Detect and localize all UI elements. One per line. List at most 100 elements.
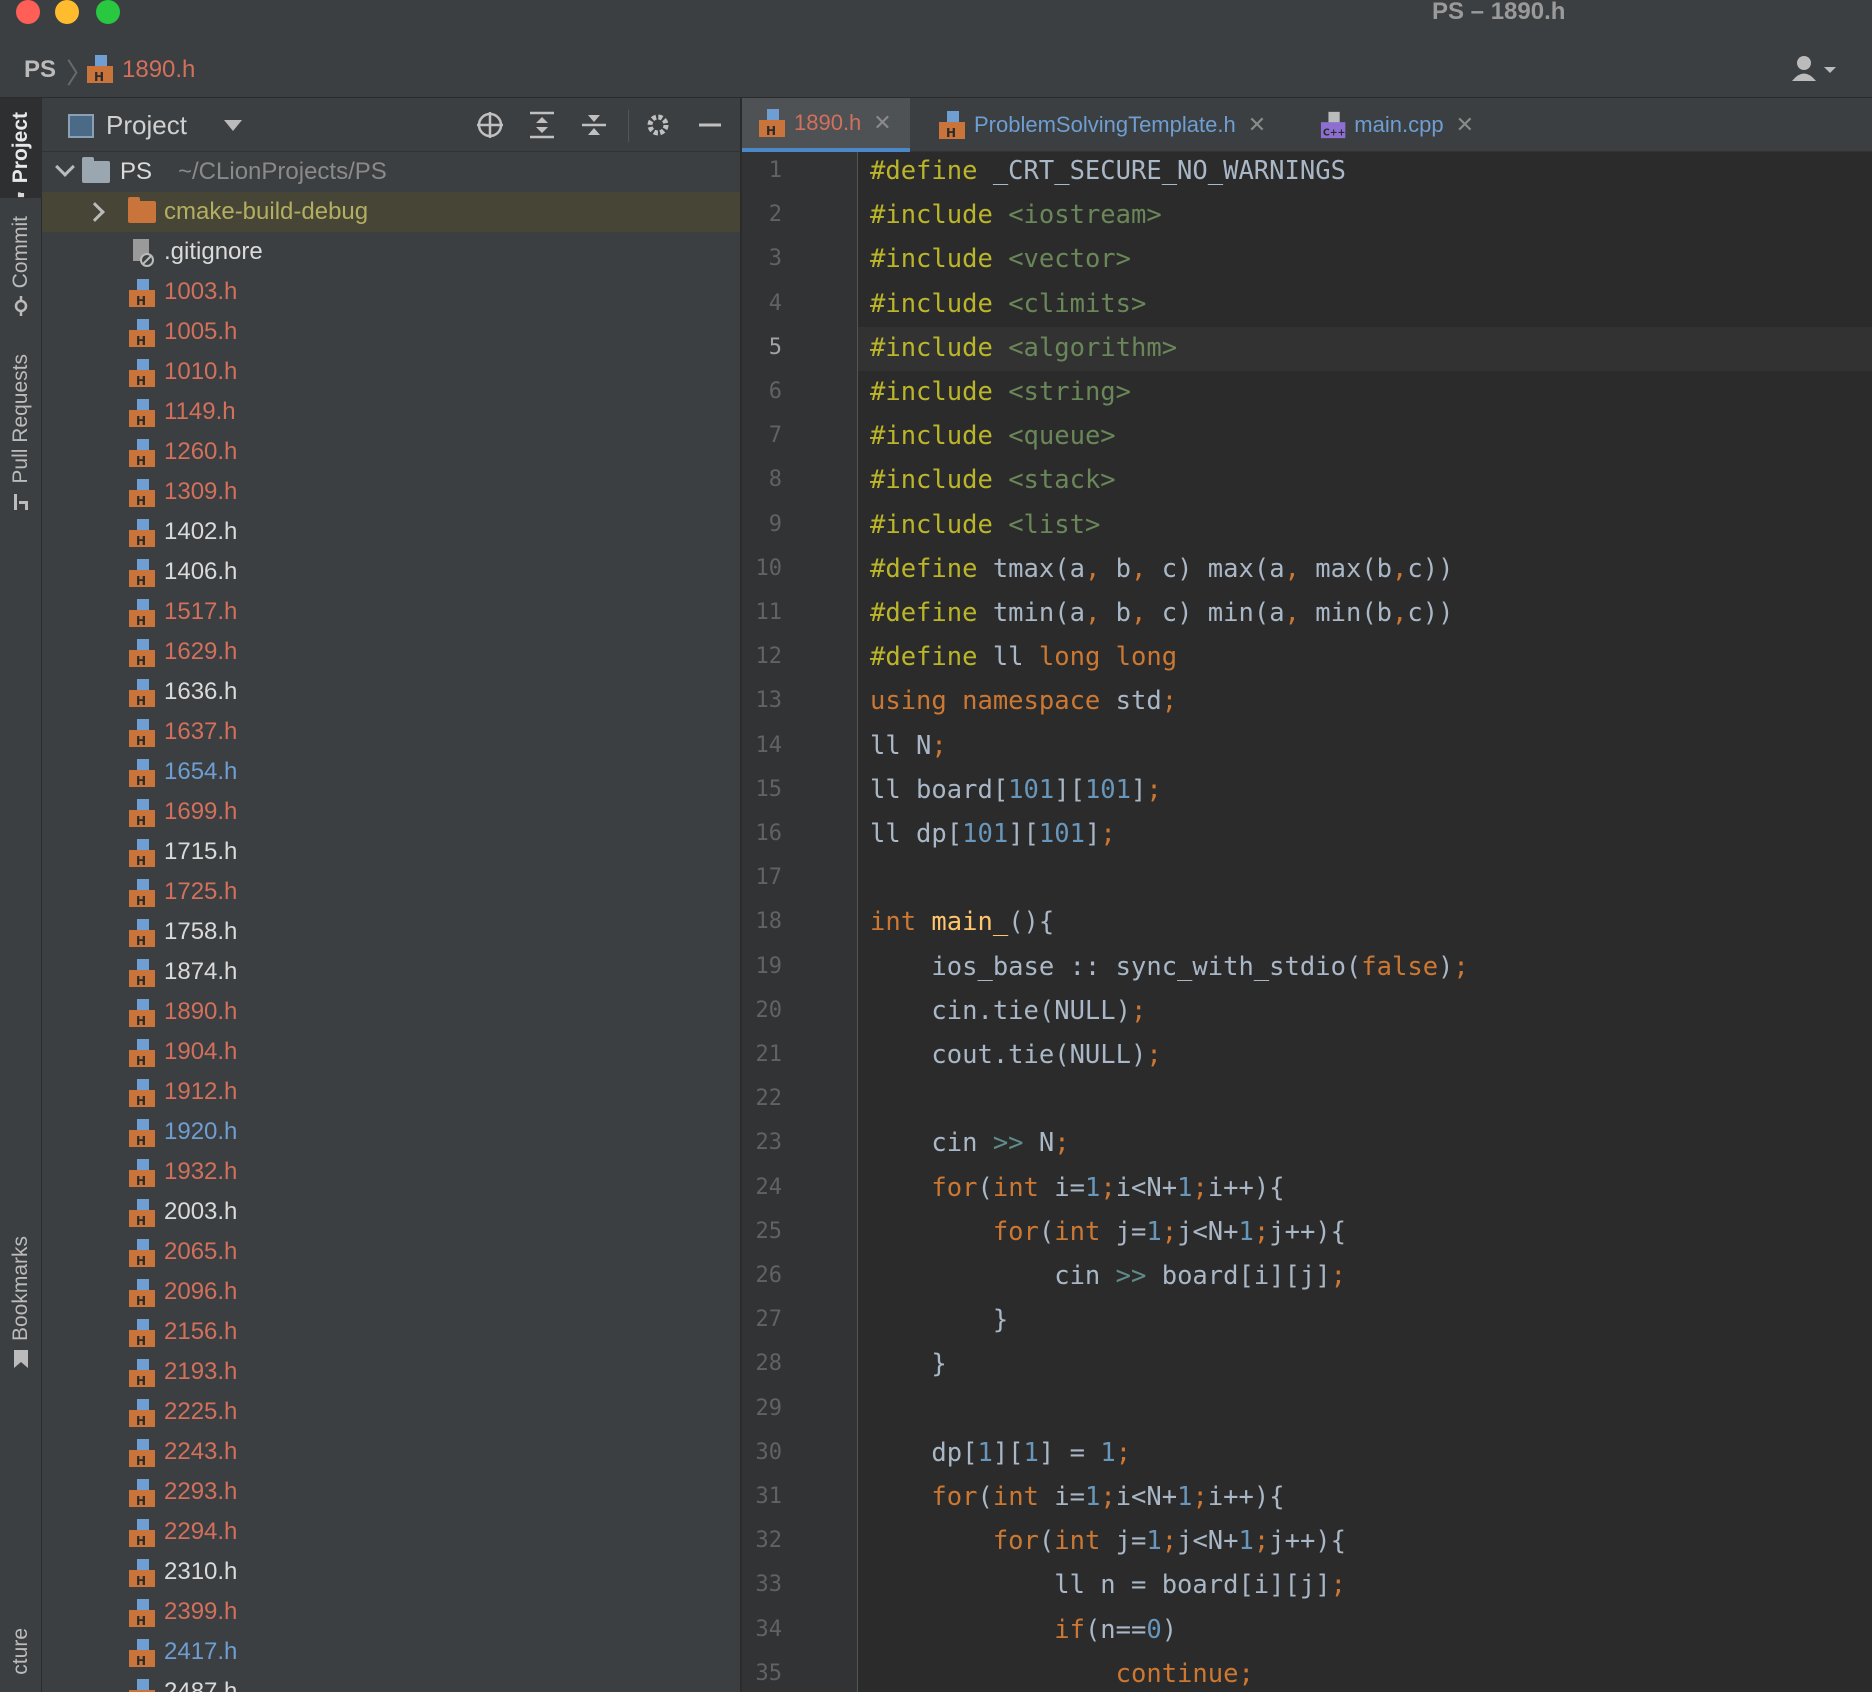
code-line[interactable]: ll n = board[i][j]; (870, 1570, 1346, 1600)
code-line[interactable]: dp[1][1] = 1; (870, 1438, 1131, 1468)
tree-row-file[interactable]: H 1309.h (42, 472, 740, 512)
tree-row-file[interactable]: H 1637.h (42, 712, 740, 752)
code-line[interactable]: ios_base :: sync_with_stdio(false); (870, 952, 1468, 982)
code-line[interactable]: #define tmin(a, b, c) min(a, min(b,c)) (870, 598, 1453, 628)
minimize-window-button[interactable] (55, 0, 79, 24)
close-icon[interactable]: ✕ (1248, 112, 1266, 138)
tree-row-file[interactable]: H 1904.h (42, 1032, 740, 1072)
tree-row-file[interactable]: H 1149.h (42, 392, 740, 432)
tree-row-file[interactable]: H 1010.h (42, 352, 740, 392)
code-line[interactable]: #include <vector> (870, 244, 1131, 274)
tree-row-file[interactable]: H 1699.h (42, 792, 740, 832)
code-line[interactable]: int main_(){ (870, 907, 1054, 937)
editor-tab[interactable]: C++ main.cpp ✕ (1304, 98, 1474, 152)
tree-row-file[interactable]: H 2293.h (42, 1472, 740, 1512)
tree-row-file[interactable]: H 1654.h (42, 752, 740, 792)
tree-row-file[interactable]: H 1758.h (42, 912, 740, 952)
code-editor[interactable]: 1 2 3 4 5 6 7 8 9 10 11 12 13 14 15 16 17 18 19 20 21 22 23 24 2… (742, 152, 1872, 1692)
locate-icon[interactable] (474, 110, 506, 142)
tree-row-file[interactable]: H 2243.h (42, 1432, 740, 1472)
user-icon[interactable] (1790, 54, 1838, 84)
code-line[interactable]: continue; (870, 1659, 1254, 1689)
tree-row-file[interactable]: H 1629.h (42, 632, 740, 672)
code-line[interactable]: ll N; (870, 731, 947, 761)
title-bar: PS – 1890.h (0, 0, 1872, 38)
code-line[interactable]: for(int i=1;i<N+1;i++){ (870, 1482, 1284, 1512)
tree-row-file[interactable]: H 2417.h (42, 1632, 740, 1672)
code-line[interactable]: #include <climits> (870, 289, 1146, 319)
tree-row-file[interactable]: H 1636.h (42, 672, 740, 712)
code-line[interactable]: for(int i=1;i<N+1;i++){ (870, 1173, 1284, 1203)
code-line[interactable]: cin >> N; (870, 1128, 1069, 1158)
editor-tab[interactable]: H ProblemSolvingTemplate.h ✕ (922, 98, 1292, 152)
tree-row-file[interactable]: H 2096.h (42, 1272, 740, 1312)
tree-row-file[interactable]: H 2487.h (42, 1672, 740, 1692)
tool-tab-project[interactable]: Project (0, 98, 42, 198)
chevron-right-icon[interactable] (85, 202, 105, 222)
chevron-down-icon[interactable] (55, 157, 75, 177)
close-icon[interactable]: ✕ (873, 110, 891, 136)
breadcrumb-root[interactable]: PS (24, 56, 56, 84)
code-line[interactable]: } (870, 1305, 1008, 1335)
tree-row-file[interactable]: H 2156.h (42, 1312, 740, 1352)
code-line[interactable]: #include <stack> (870, 465, 1116, 495)
tool-tab-commit[interactable]: Commit (0, 216, 42, 326)
tree-row-file[interactable]: H 1003.h (42, 272, 740, 312)
svg-text:H: H (136, 454, 146, 468)
tree-row-file[interactable]: .gitignore (42, 232, 740, 272)
code-line[interactable]: #define tmax(a, b, c) max(a, max(b,c)) (870, 554, 1453, 584)
tree-row-folder[interactable]: cmake-build-debug (42, 192, 740, 232)
tree-row-file[interactable]: H 1005.h (42, 312, 740, 352)
tree-row-file[interactable]: H 1406.h (42, 552, 740, 592)
zoom-window-button[interactable] (96, 0, 120, 24)
tree-row-file[interactable]: H 2003.h (42, 1192, 740, 1232)
chevron-down-icon[interactable] (224, 120, 242, 131)
close-window-button[interactable] (16, 0, 40, 24)
code-line[interactable]: ll board[101][101]; (870, 775, 1162, 805)
gear-icon[interactable] (642, 110, 674, 142)
tree-row-file[interactable]: H 1912.h (42, 1072, 740, 1112)
tree-row-file[interactable]: H 1725.h (42, 872, 740, 912)
collapse-all-icon[interactable] (578, 110, 610, 142)
code-line[interactable]: ll dp[101][101]; (870, 819, 1116, 849)
tool-tab-bookmarks[interactable]: Bookmarks (0, 1236, 42, 1386)
code-line[interactable]: if(n==0) (870, 1615, 1177, 1645)
tree-row-file[interactable]: H 2310.h (42, 1552, 740, 1592)
code-line[interactable]: using namespace std; (870, 686, 1177, 716)
expand-all-icon[interactable] (526, 110, 558, 142)
tree-row-file[interactable]: H 2193.h (42, 1352, 740, 1392)
close-icon[interactable]: ✕ (1456, 112, 1474, 138)
tool-tab-pull-requests[interactable]: Pull Requests (0, 354, 42, 514)
tree-row-file[interactable]: H 1517.h (42, 592, 740, 632)
tree-row-file[interactable]: H 2065.h (42, 1232, 740, 1272)
code-line[interactable]: } (870, 1349, 946, 1379)
tree-row-file[interactable]: H 1874.h (42, 952, 740, 992)
tree-row-file[interactable]: H 1715.h (42, 832, 740, 872)
tree-row-file[interactable]: H 1920.h (42, 1112, 740, 1152)
editor-tab[interactable]: H 1890.h ✕ (742, 98, 910, 152)
tree-row-file[interactable]: H 1402.h (42, 512, 740, 552)
code-line[interactable]: cout.tie(NULL); (870, 1040, 1161, 1070)
code-line[interactable]: #include <algorithm> (870, 333, 1177, 363)
code-line[interactable]: cin >> board[i][j]; (870, 1261, 1346, 1291)
tool-tab-structure[interactable]: cture (0, 1628, 42, 1692)
tree-row-root[interactable]: PS ~/CLionProjects/PS (42, 152, 740, 192)
code-line[interactable]: #define _CRT_SECURE_NO_WARNINGS (870, 156, 1346, 186)
code-line[interactable]: #include <queue> (870, 421, 1116, 451)
code-line[interactable]: #define ll long long (870, 642, 1177, 672)
hide-panel-icon[interactable] (694, 110, 726, 142)
code-line[interactable]: for(int j=1;j<N+1;j++){ (870, 1526, 1346, 1556)
code-line[interactable]: for(int j=1;j<N+1;j++){ (870, 1217, 1346, 1247)
tree-row-file[interactable]: H 1890.h (42, 992, 740, 1032)
tree-row-file[interactable]: H 1260.h (42, 432, 740, 472)
code-line[interactable]: #include <string> (870, 377, 1131, 407)
tree-row-file[interactable]: H 2225.h (42, 1392, 740, 1432)
tree-row-file[interactable]: H 1932.h (42, 1152, 740, 1192)
code-line[interactable]: cin.tie(NULL); (870, 996, 1146, 1026)
breadcrumb-file[interactable]: 1890.h (122, 56, 195, 84)
tree-row-file[interactable]: H 2294.h (42, 1512, 740, 1552)
tree-row-file[interactable]: H 2399.h (42, 1592, 740, 1632)
code-line[interactable]: #include <iostream> (870, 200, 1162, 230)
code-line[interactable]: #include <list> (870, 510, 1100, 540)
project-view-selector[interactable]: Project (106, 110, 187, 141)
